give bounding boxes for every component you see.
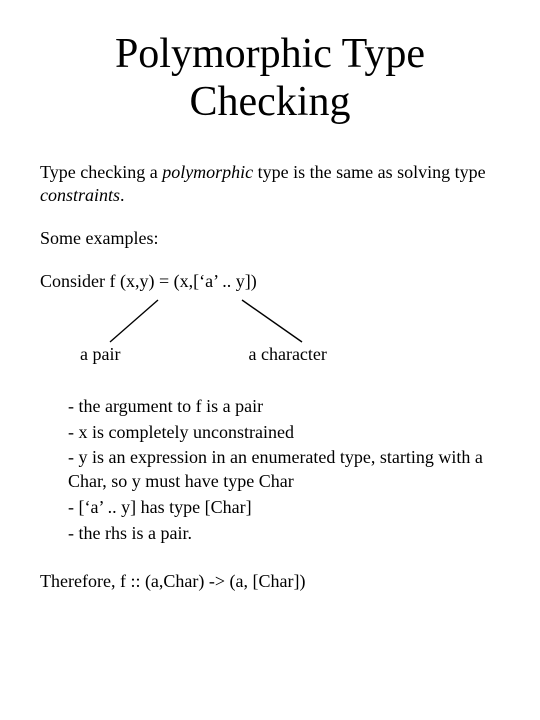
pointer-lines bbox=[40, 298, 500, 344]
conclusion-line: Therefore, f :: (a,Char) -> (a, [Char]) bbox=[40, 571, 500, 592]
slide-title: Polymorphic Type Checking bbox=[40, 30, 500, 127]
consider-expression: Consider f (x,y) = (x,[‘a’ .. y]) bbox=[40, 271, 500, 292]
title-line-2: Checking bbox=[190, 79, 351, 125]
intro-text-3: . bbox=[120, 185, 125, 205]
example-block: Consider f (x,y) = (x,[‘a’ .. y]) a pair… bbox=[40, 271, 500, 365]
intro-italic-polymorphic: polymorphic bbox=[162, 162, 253, 182]
bullet-5: - the rhs is a pair. bbox=[68, 522, 500, 546]
bullet-2: - x is completely unconstrained bbox=[68, 421, 500, 445]
bullet-3: - y is an expression in an enumerated ty… bbox=[68, 446, 500, 494]
intro-text-2: type is the same as solving type bbox=[253, 162, 485, 182]
bullet-list: - the argument to f is a pair - x is com… bbox=[68, 395, 500, 546]
label-a-character: a character bbox=[248, 344, 326, 365]
title-line-1: Polymorphic Type bbox=[115, 31, 425, 77]
bullet-1: - the argument to f is a pair bbox=[68, 395, 500, 419]
intro-text-1: Type checking a bbox=[40, 162, 162, 182]
some-examples-label: Some examples: bbox=[40, 227, 500, 250]
pointer-labels: a pair a character bbox=[40, 344, 500, 365]
bullet-4: - [‘a’ .. y] has type [Char] bbox=[68, 496, 500, 520]
intro-paragraph: Type checking a polymorphic type is the … bbox=[40, 161, 500, 208]
slide: Polymorphic Type Checking Type checking … bbox=[0, 0, 540, 720]
intro-italic-constraints: constraints bbox=[40, 185, 120, 205]
label-a-pair: a pair bbox=[80, 344, 120, 365]
